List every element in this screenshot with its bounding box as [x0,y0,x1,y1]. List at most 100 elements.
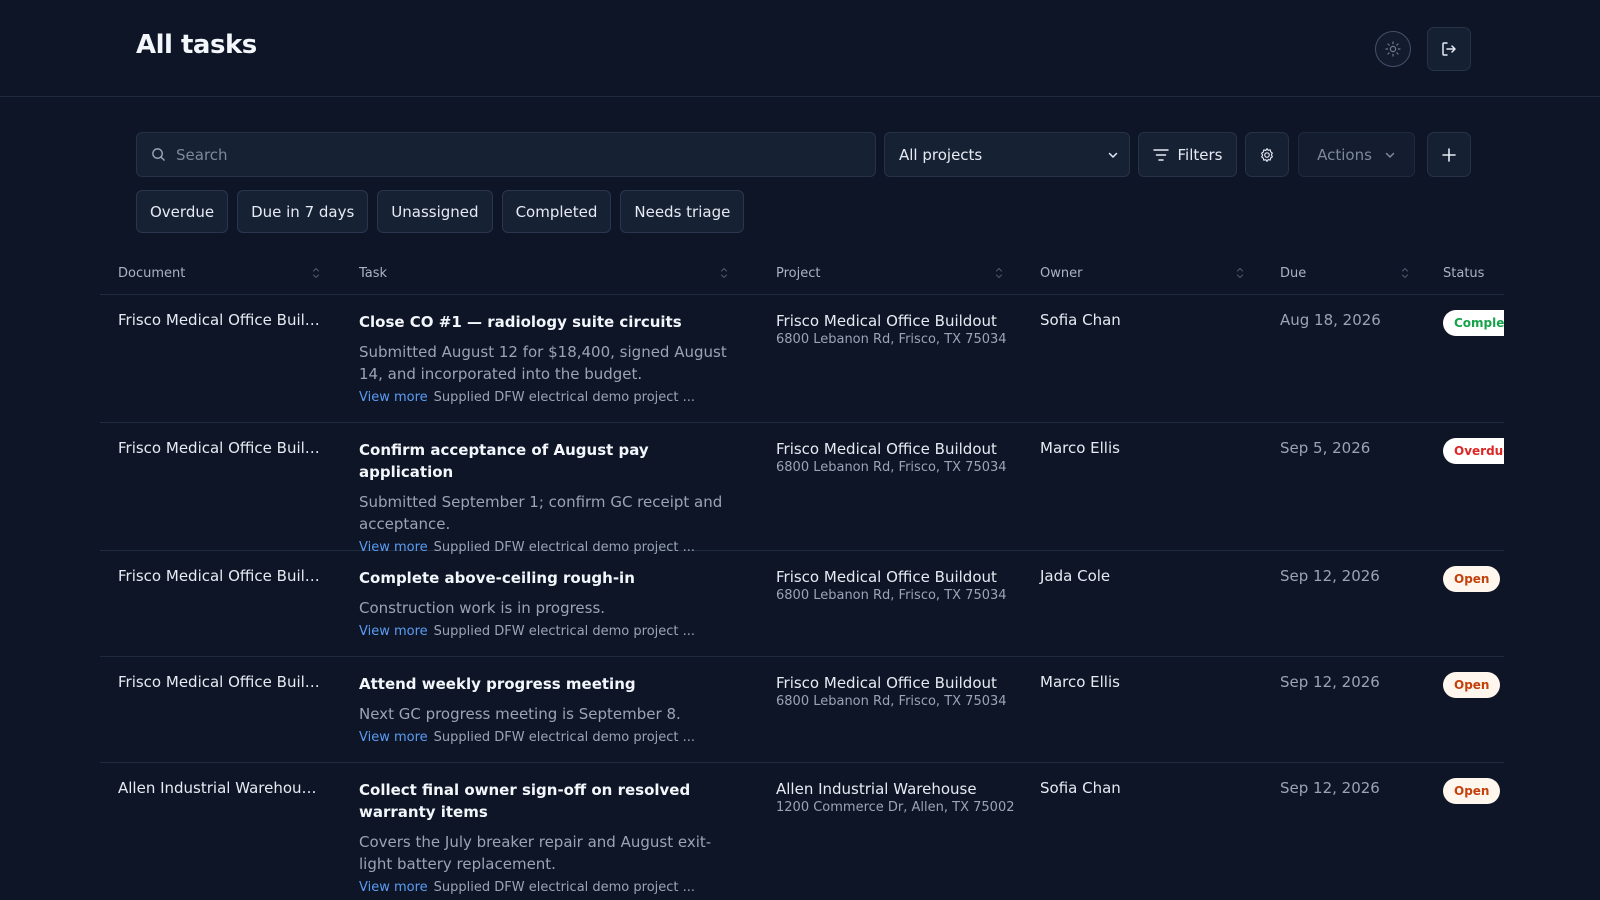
add-task-button[interactable] [1427,132,1471,177]
task-footer: View more Supplied DFW electrical demo pr… [359,730,729,745]
project-select[interactable]: All projects [884,132,1130,177]
project-cell: Frisco Medical Office Buildout 6800 Leba… [776,439,1026,475]
status-cell: Open [1443,778,1501,804]
task-title[interactable]: Complete above-ceiling rough-in [359,567,729,589]
task-title[interactable]: Confirm acceptance of August pay applica… [359,439,729,483]
project-address: 6800 Lebanon Rd, Frisco, TX 75034 [776,460,1007,475]
sort-icon[interactable] [995,265,1003,281]
gear-icon [1261,147,1273,162]
sort-icon[interactable] [312,265,320,281]
column-header-project[interactable]: Project [776,266,820,281]
page-title: All tasks [136,30,257,60]
table-row[interactable]: Allen Industrial Warehouse ... Collect f… [100,763,1504,900]
project-select-value: All projects [899,145,983,164]
logout-button[interactable] [1427,27,1471,71]
view-more-link[interactable]: View more [359,390,428,405]
table-row[interactable]: Frisco Medical Office Buildo... Confirm … [100,423,1504,555]
task-description: Covers the July breaker repair and Augus… [359,833,712,873]
chip-overdue[interactable]: Overdue [136,190,229,233]
view-more-link[interactable]: View more [359,624,428,639]
logout-icon [1442,42,1456,56]
column-header-document[interactable]: Document [118,266,185,281]
due-date-cell: Sep 12, 2026 [1280,567,1380,585]
task-description: Construction work is in progress. [359,599,606,617]
task-title[interactable]: Attend weekly progress meeting [359,673,729,695]
due-date-cell: Sep 5, 2026 [1280,439,1371,457]
table-row[interactable]: Frisco Medical Office Buildo... Complete… [100,551,1504,657]
document-cell[interactable]: Allen Industrial Warehouse ... [118,779,323,797]
settings-button[interactable] [1245,132,1289,177]
task-footer: View more Supplied DFW electrical demo pr… [359,624,729,639]
search-icon [152,148,165,161]
column-header-due[interactable]: Due [1280,266,1306,281]
actions-label: Actions [1317,145,1372,164]
theme-toggle-button[interactable] [1375,31,1411,67]
project-address: 1200 Commerce Dr, Allen, TX 75002 [776,800,1015,815]
search-input[interactable] [176,145,856,164]
top-bar: All tasks [0,0,1600,97]
document-cell[interactable]: Frisco Medical Office Buildo... [118,311,323,329]
due-date-cell: Sep 12, 2026 [1280,779,1380,797]
column-header-task[interactable]: Task [359,266,387,281]
project-name: Frisco Medical Office Buildout [776,568,997,586]
project-address: 6800 Lebanon Rd, Frisco, TX 75034 [776,332,1007,347]
owner-cell: Sofia Chan [1040,311,1121,329]
sort-icon[interactable] [720,265,728,281]
due-date-cell: Aug 18, 2026 [1280,311,1381,329]
chip-completed[interactable]: Completed [501,190,612,233]
task-cell: Complete above-ceiling rough-in Construc… [359,567,729,639]
chip-unassigned[interactable]: Unassigned [377,190,493,233]
table-row[interactable]: Frisco Medical Office Buildo... Close CO… [100,295,1504,423]
table-row[interactable]: Frisco Medical Office Buildo... Attend w… [100,657,1504,763]
task-source: Supplied DFW electrical demo project ... [433,390,696,405]
project-address: 6800 Lebanon Rd, Frisco, TX 75034 [776,588,1007,603]
chevron-down-icon [1385,152,1395,158]
task-description: Next GC progress meeting is September 8. [359,705,681,723]
status-cell: Overdue [1443,438,1504,464]
sort-icon[interactable] [1236,265,1244,281]
view-more-link[interactable]: View more [359,880,428,895]
status-cell: Complete [1443,310,1504,336]
task-title[interactable]: Collect final owner sign-off on resolved… [359,779,729,823]
task-cell: Confirm acceptance of August pay applica… [359,439,729,555]
project-name: Frisco Medical Office Buildout [776,312,997,330]
task-cell: Attend weekly progress meeting Next GC p… [359,673,729,745]
document-cell[interactable]: Frisco Medical Office Buildo... [118,567,323,585]
status-cell: Open [1443,672,1501,698]
document-cell[interactable]: Frisco Medical Office Buildo... [118,673,323,691]
chip-due-in-7-days[interactable]: Due in 7 days [237,190,369,233]
search-box[interactable] [136,132,876,177]
project-name: Frisco Medical Office Buildout [776,440,997,458]
actions-button[interactable]: Actions [1298,132,1415,177]
task-description: Submitted August 12 for $18,400, signed … [359,343,727,383]
document-cell[interactable]: Frisco Medical Office Buildo... [118,439,323,457]
project-cell: Frisco Medical Office Buildout 6800 Leba… [776,567,1026,603]
project-cell: Allen Industrial Warehouse 1200 Commerce… [776,779,1026,815]
task-title[interactable]: Close CO #1 — radiology suite circuits [359,311,729,333]
filters-button[interactable]: Filters [1138,132,1237,177]
view-more-link[interactable]: View more [359,730,428,745]
sort-icon[interactable] [1401,265,1409,281]
task-source: Supplied DFW electrical demo project ... [433,730,696,745]
filters-label: Filters [1177,145,1223,164]
project-cell: Frisco Medical Office Buildout 6800 Leba… [776,311,1026,347]
status-badge: Complete [1443,310,1504,336]
project-address: 6800 Lebanon Rd, Frisco, TX 75034 [776,694,1007,709]
plus-icon [1442,147,1456,162]
status-cell: Open [1443,566,1501,592]
sun-icon [1385,41,1401,57]
task-footer: View more Supplied DFW electrical demo pr… [359,390,729,405]
task-source: Supplied DFW electrical demo project ... [433,624,696,639]
due-date-cell: Sep 12, 2026 [1280,673,1380,691]
quick-filter-chips: Overdue Due in 7 days Unassigned Complet… [136,190,745,233]
owner-cell: Sofia Chan [1040,779,1121,797]
column-header-status[interactable]: Status [1443,266,1484,281]
owner-cell: Marco Ellis [1040,439,1120,457]
project-cell: Frisco Medical Office Buildout 6800 Leba… [776,673,1026,709]
status-badge: Open [1443,566,1501,592]
column-header-owner[interactable]: Owner [1040,266,1082,281]
task-cell: Close CO #1 — radiology suite circuits S… [359,311,729,405]
table-header: Document Task Project Owner Due Status [100,253,1504,295]
project-name: Frisco Medical Office Buildout [776,674,997,692]
chip-needs-triage[interactable]: Needs triage [620,190,745,233]
